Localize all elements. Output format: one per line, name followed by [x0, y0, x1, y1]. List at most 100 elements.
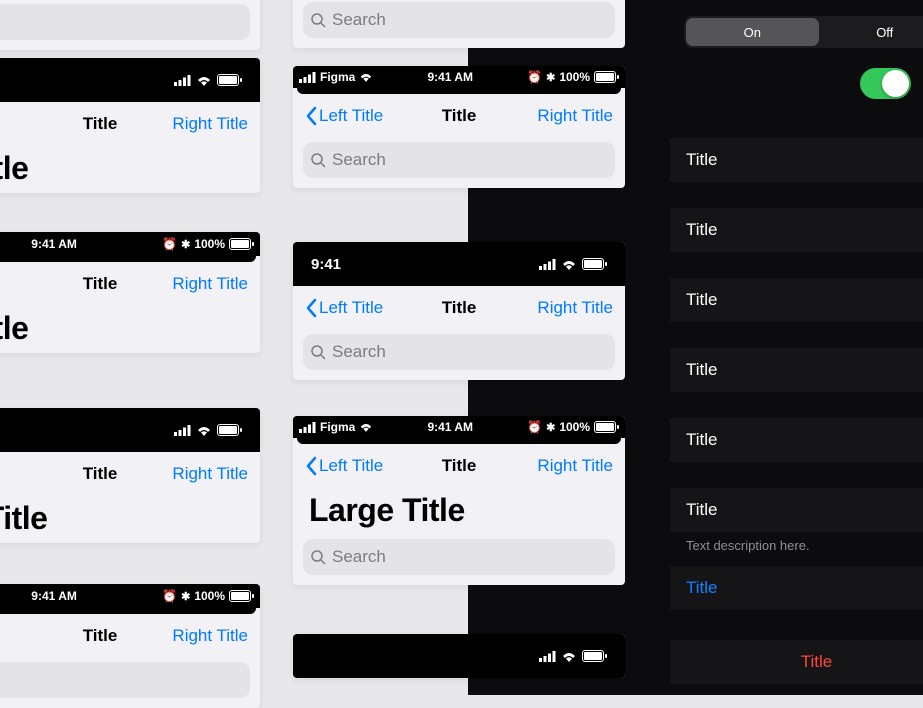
battery-icon	[594, 421, 619, 433]
large-title: e Title	[0, 306, 260, 353]
list-row[interactable]: Title	[670, 348, 923, 392]
alarm-icon: ⏰	[162, 237, 177, 251]
nav-title: Title	[442, 456, 477, 476]
nav-bar: Left Title Title Right Title	[293, 286, 625, 330]
nav-right-action[interactable]: Right Title	[117, 626, 248, 646]
nav-bar: Title Right Title	[0, 102, 260, 146]
segment-off[interactable]: Off	[819, 18, 923, 46]
alarm-icon: ⏰	[527, 420, 542, 434]
status-bar: Figma 9:41 AM ⏰ ✱ 100%	[293, 416, 625, 438]
nav-title: Title	[442, 106, 477, 126]
search-bar[interactable]: Search	[303, 539, 615, 575]
large-title: e Title	[0, 146, 260, 193]
nav-right-action[interactable]: Right Title	[117, 114, 248, 134]
search-placeholder: Search	[332, 342, 386, 362]
search-icon	[311, 13, 326, 28]
nav-bar: Left Title Title Right Title	[293, 94, 625, 138]
row-description: Text description here.	[686, 538, 810, 553]
light-frame-partial-top	[0, 0, 260, 50]
toggle-switch[interactable]	[860, 68, 911, 99]
carrier-name: Figma	[320, 70, 355, 84]
segment-on[interactable]: On	[686, 18, 819, 46]
search-bar[interactable]	[0, 4, 250, 40]
wifi-icon	[359, 422, 373, 432]
nav-back[interactable]: Left Title	[305, 456, 442, 476]
search-bar[interactable]: Search	[303, 2, 615, 38]
nav-title: Title	[83, 626, 118, 646]
list-row[interactable]: Title	[670, 418, 923, 462]
signal-icon	[299, 72, 316, 83]
search-bar[interactable]: arch	[0, 662, 250, 698]
nav-bar: Title Right Title	[0, 262, 260, 306]
row-label: Title	[686, 500, 718, 520]
light-frame-notch-1: Title Right Title e Title	[0, 58, 260, 193]
wifi-icon	[196, 75, 212, 86]
large-title: Large Title	[293, 488, 625, 535]
battery-icon	[217, 74, 242, 86]
status-bar: 9:41 AM ⏰ ✱ 100%	[0, 584, 260, 608]
mid-frame-notch-bottom: 9:41	[293, 634, 625, 678]
search-icon	[311, 345, 326, 360]
nav-right-action[interactable]: Right Title	[476, 106, 613, 126]
status-time: 9:41 AM	[31, 589, 77, 603]
battery-text: 100%	[194, 589, 225, 603]
nav-bar: Title Right Title	[0, 452, 260, 496]
large-title: ge Title	[0, 496, 260, 543]
light-frame-status-1: 9:41 AM ⏰ ✱ 100% Title Right Title e Tit…	[0, 232, 260, 353]
signal-icon	[539, 259, 556, 270]
nav-bar: Left Title Title Right Title	[293, 444, 625, 488]
battery-icon	[217, 424, 242, 436]
wifi-icon	[561, 259, 577, 270]
nav-right-action[interactable]: Right Title	[476, 298, 613, 318]
status-time: 9:41 AM	[427, 420, 473, 434]
nav-back[interactable]: Left Title	[305, 298, 442, 318]
list-row-destructive[interactable]: Title	[670, 640, 923, 684]
carrier-name: Figma	[320, 420, 355, 434]
nav-back[interactable]: Left Title	[305, 106, 442, 126]
search-icon	[311, 153, 326, 168]
alarm-icon: ⏰	[162, 589, 177, 603]
nav-right-action[interactable]: Right Title	[117, 464, 248, 484]
row-label: Title	[686, 430, 718, 450]
wifi-icon	[561, 651, 577, 662]
search-placeholder: Search	[332, 547, 386, 567]
segmented-control[interactable]: On Off	[684, 16, 923, 48]
wifi-icon	[196, 425, 212, 436]
status-time: 9:41 AM	[31, 237, 77, 251]
status-bar-notch	[0, 58, 260, 102]
row-label: Title	[686, 150, 718, 170]
mid-frame-notch-1: 9:41 Left Title Title Right Title Search	[293, 242, 625, 380]
light-frame-status-2: 9:41 AM ⏰ ✱ 100% Title Right Title arch	[0, 584, 260, 708]
nav-title: Title	[83, 274, 118, 294]
status-bar-notch: 9:41	[293, 634, 625, 678]
list-row[interactable]: Title	[670, 138, 923, 182]
chevron-left-icon	[305, 106, 317, 126]
nav-back-label: Left Title	[319, 106, 383, 126]
search-placeholder: Search	[332, 150, 386, 170]
search-bar[interactable]: Search	[303, 142, 615, 178]
search-icon	[311, 550, 326, 565]
mid-frame-figma-large: Figma 9:41 AM ⏰ ✱ 100% Left Title Title …	[293, 416, 625, 585]
battery-icon	[594, 71, 619, 83]
design-canvas: Title Right Title e Title 9:41 AM ⏰ ✱ 10…	[0, 0, 923, 695]
nav-right-action[interactable]: Right Title	[117, 274, 248, 294]
nav-right-action[interactable]: Right Title	[476, 456, 613, 476]
list-row-link[interactable]: Title	[670, 566, 923, 610]
status-bar: 9:41 AM ⏰ ✱ 100%	[0, 232, 260, 256]
battery-icon	[582, 258, 607, 270]
nav-back-label: Left Title	[319, 456, 383, 476]
search-bar[interactable]: Search	[303, 334, 615, 370]
wifi-icon	[359, 72, 373, 82]
signal-icon	[174, 425, 191, 436]
list-row[interactable]: Title	[670, 208, 923, 252]
status-bar: Figma 9:41 AM ⏰ ✱ 100%	[293, 66, 625, 88]
search-placeholder: Search	[332, 10, 386, 30]
battery-text: 100%	[559, 70, 590, 84]
signal-icon	[299, 422, 316, 433]
light-frame-notch-2: Title Right Title ge Title	[0, 408, 260, 543]
row-label: Title	[686, 220, 718, 240]
list-row[interactable]: Title	[670, 488, 923, 532]
battery-icon	[229, 238, 254, 250]
status-time: 9:41	[311, 256, 341, 273]
list-row[interactable]: Title	[670, 278, 923, 322]
